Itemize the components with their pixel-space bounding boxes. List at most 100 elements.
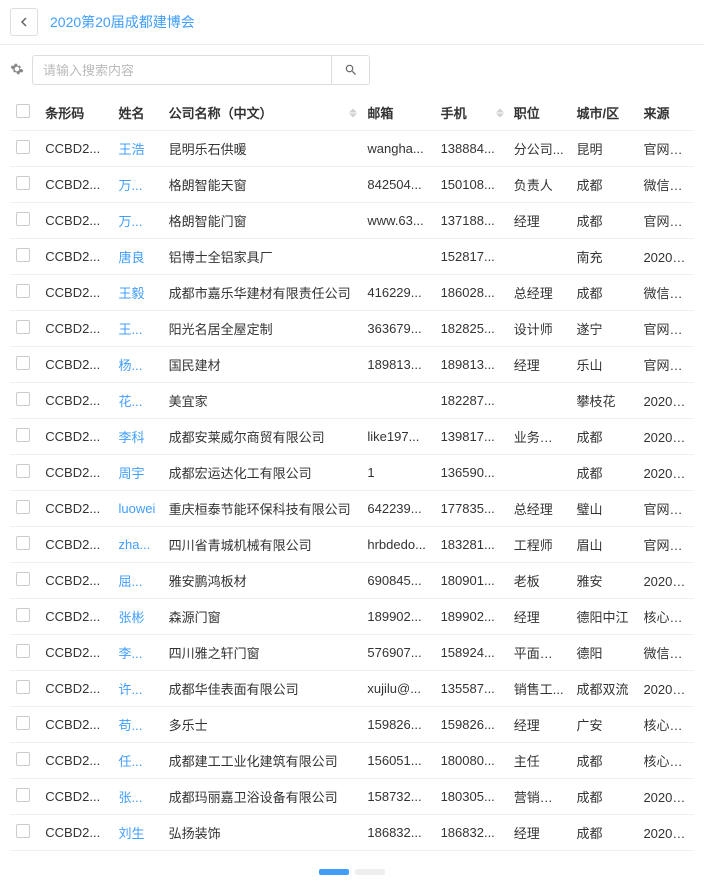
cell-name[interactable]: 许... bbox=[112, 671, 162, 707]
cell-position bbox=[508, 455, 571, 491]
cell-phone: 186028... bbox=[435, 275, 508, 311]
row-checkbox[interactable] bbox=[16, 788, 30, 802]
search-button[interactable] bbox=[332, 55, 370, 85]
row-checkbox[interactable] bbox=[16, 644, 30, 658]
back-button[interactable] bbox=[10, 8, 38, 36]
cell-name[interactable]: 张... bbox=[112, 779, 162, 815]
cell-name[interactable]: 李... bbox=[112, 635, 162, 671]
cell-company: 多乐士 bbox=[163, 707, 362, 743]
cell-name[interactable]: 王毅 bbox=[112, 275, 162, 311]
row-checkbox[interactable] bbox=[16, 572, 30, 586]
table-row[interactable]: CCBD2...许...成都华佳表面有限公司xujilu@...135587..… bbox=[10, 671, 694, 707]
page-indicator bbox=[319, 869, 349, 875]
cell-phone: 137188... bbox=[435, 203, 508, 239]
table-row[interactable]: CCBD2...周宇成都宏运达化工有限公司1136590...成都2020届..… bbox=[10, 455, 694, 491]
cell-company: 弘扬装饰 bbox=[163, 815, 362, 851]
row-checkbox[interactable] bbox=[16, 320, 30, 334]
table-row[interactable]: CCBD2...万...格朗智能天窗842504...150108...负责人成… bbox=[10, 167, 694, 203]
col-phone[interactable]: 手机 bbox=[435, 95, 508, 131]
cell-name[interactable]: 王浩 bbox=[112, 131, 162, 167]
table-row[interactable]: CCBD2...王毅成都市嘉乐华建材有限责任公司416229...186028.… bbox=[10, 275, 694, 311]
cell-city: 成都 bbox=[571, 167, 638, 203]
cell-name[interactable]: 王... bbox=[112, 311, 162, 347]
row-checkbox[interactable] bbox=[16, 608, 30, 622]
table-row[interactable]: CCBD2...李...四川雅之轩门窗576907...158924...平面设… bbox=[10, 635, 694, 671]
cell-city: 成都 bbox=[571, 455, 638, 491]
col-position[interactable]: 职位 bbox=[508, 95, 571, 131]
table-row[interactable]: CCBD2...杨...国民建材189813...189813...经理乐山官网… bbox=[10, 347, 694, 383]
cell-name[interactable]: 刘生 bbox=[112, 815, 162, 851]
row-checkbox[interactable] bbox=[16, 680, 30, 694]
cell-name[interactable]: zha... bbox=[112, 527, 162, 563]
cell-company: 格朗智能门窗 bbox=[163, 203, 362, 239]
cell-name[interactable]: 苟... bbox=[112, 707, 162, 743]
cell-source: 微信订... bbox=[637, 275, 694, 311]
cell-name[interactable]: 万... bbox=[112, 203, 162, 239]
table-row[interactable]: CCBD2...张彬森源门窗189902...189902...经理德阳中江核心… bbox=[10, 599, 694, 635]
table-row[interactable]: CCBD2...任...成都建工工业化建筑有限公司156051...180080… bbox=[10, 743, 694, 779]
cell-email: 156051... bbox=[361, 743, 434, 779]
table-row[interactable]: CCBD2...luowei重庆桓泰节能环保科技有限公司642239...177… bbox=[10, 491, 694, 527]
cell-source: 核心买... bbox=[637, 707, 694, 743]
search-input[interactable] bbox=[32, 55, 332, 85]
row-checkbox[interactable] bbox=[16, 536, 30, 550]
row-checkbox[interactable] bbox=[16, 824, 30, 838]
col-name[interactable]: 姓名 bbox=[112, 95, 162, 131]
row-checkbox[interactable] bbox=[16, 356, 30, 370]
table-row[interactable]: CCBD2...王浩昆明乐石供暖wangha...138884...分公司...… bbox=[10, 131, 694, 167]
row-checkbox[interactable] bbox=[16, 500, 30, 514]
cell-name[interactable]: 杨... bbox=[112, 347, 162, 383]
cell-name[interactable]: luowei bbox=[112, 491, 162, 527]
col-company[interactable]: 公司名称（中文） bbox=[163, 95, 362, 131]
table-row[interactable]: CCBD2...唐良铝博士全铝家具厂152817...南充2020届... bbox=[10, 239, 694, 275]
cell-company: 成都建工工业化建筑有限公司 bbox=[163, 743, 362, 779]
row-checkbox[interactable] bbox=[16, 284, 30, 298]
breadcrumb[interactable]: 2020第20届成都建博会 bbox=[50, 12, 195, 32]
cell-name[interactable]: 张彬 bbox=[112, 599, 162, 635]
cell-phone: 180901... bbox=[435, 563, 508, 599]
table-row[interactable]: CCBD2...刘生弘扬装饰186832...186832...经理成都2020… bbox=[10, 815, 694, 851]
row-checkbox[interactable] bbox=[16, 212, 30, 226]
table-row[interactable]: CCBD2...王...阳光名居全屋定制363679...182825...设计… bbox=[10, 311, 694, 347]
cell-city: 德阳 bbox=[571, 635, 638, 671]
cell-name[interactable]: 花... bbox=[112, 383, 162, 419]
row-checkbox[interactable] bbox=[16, 752, 30, 766]
row-checkbox[interactable] bbox=[16, 464, 30, 478]
col-barcode[interactable]: 条形码 bbox=[39, 95, 112, 131]
row-checkbox[interactable] bbox=[16, 716, 30, 730]
select-all-checkbox[interactable] bbox=[16, 104, 30, 118]
pagination[interactable] bbox=[0, 861, 704, 883]
table-row[interactable]: CCBD2...苟...多乐士159826...159826...经理广安核心买… bbox=[10, 707, 694, 743]
cell-company: 格朗智能天窗 bbox=[163, 167, 362, 203]
row-checkbox[interactable] bbox=[16, 392, 30, 406]
row-checkbox[interactable] bbox=[16, 176, 30, 190]
cell-name[interactable]: 唐良 bbox=[112, 239, 162, 275]
gear-icon[interactable] bbox=[10, 62, 24, 79]
cell-name[interactable]: 万... bbox=[112, 167, 162, 203]
cell-name[interactable]: 屈... bbox=[112, 563, 162, 599]
table-row[interactable]: CCBD2...张...成都玛丽嘉卫浴设备有限公司158732...180305… bbox=[10, 779, 694, 815]
row-checkbox[interactable] bbox=[16, 248, 30, 262]
cell-phone: 158924... bbox=[435, 635, 508, 671]
cell-name[interactable]: 李科 bbox=[112, 419, 162, 455]
table-row[interactable]: CCBD2...花...美宜家182287...攀枝花2020届... bbox=[10, 383, 694, 419]
col-source[interactable]: 来源 bbox=[637, 95, 694, 131]
cell-position bbox=[508, 239, 571, 275]
table-row[interactable]: CCBD2...屈...雅安鹏鸿板材690845...180901...老板雅安… bbox=[10, 563, 694, 599]
row-checkbox[interactable] bbox=[16, 140, 30, 154]
cell-company: 四川省青城机械有限公司 bbox=[163, 527, 362, 563]
cell-barcode: CCBD2... bbox=[39, 419, 112, 455]
row-checkbox[interactable] bbox=[16, 428, 30, 442]
cell-company: 铝博士全铝家具厂 bbox=[163, 239, 362, 275]
table-row[interactable]: CCBD2...万...格朗智能门窗www.63...137188...经理成都… bbox=[10, 203, 694, 239]
table-row[interactable]: CCBD2...zha...四川省青城机械有限公司hrbdedo...18328… bbox=[10, 527, 694, 563]
cell-barcode: CCBD2... bbox=[39, 167, 112, 203]
cell-barcode: CCBD2... bbox=[39, 707, 112, 743]
cell-name[interactable]: 周宇 bbox=[112, 455, 162, 491]
col-email[interactable]: 邮箱 bbox=[361, 95, 434, 131]
cell-name[interactable]: 任... bbox=[112, 743, 162, 779]
cell-company: 成都安莱威尔商贸有限公司 bbox=[163, 419, 362, 455]
page-indicator bbox=[355, 869, 385, 875]
col-city[interactable]: 城市/区 bbox=[571, 95, 638, 131]
table-row[interactable]: CCBD2...李科成都安莱威尔商贸有限公司like197...139817..… bbox=[10, 419, 694, 455]
